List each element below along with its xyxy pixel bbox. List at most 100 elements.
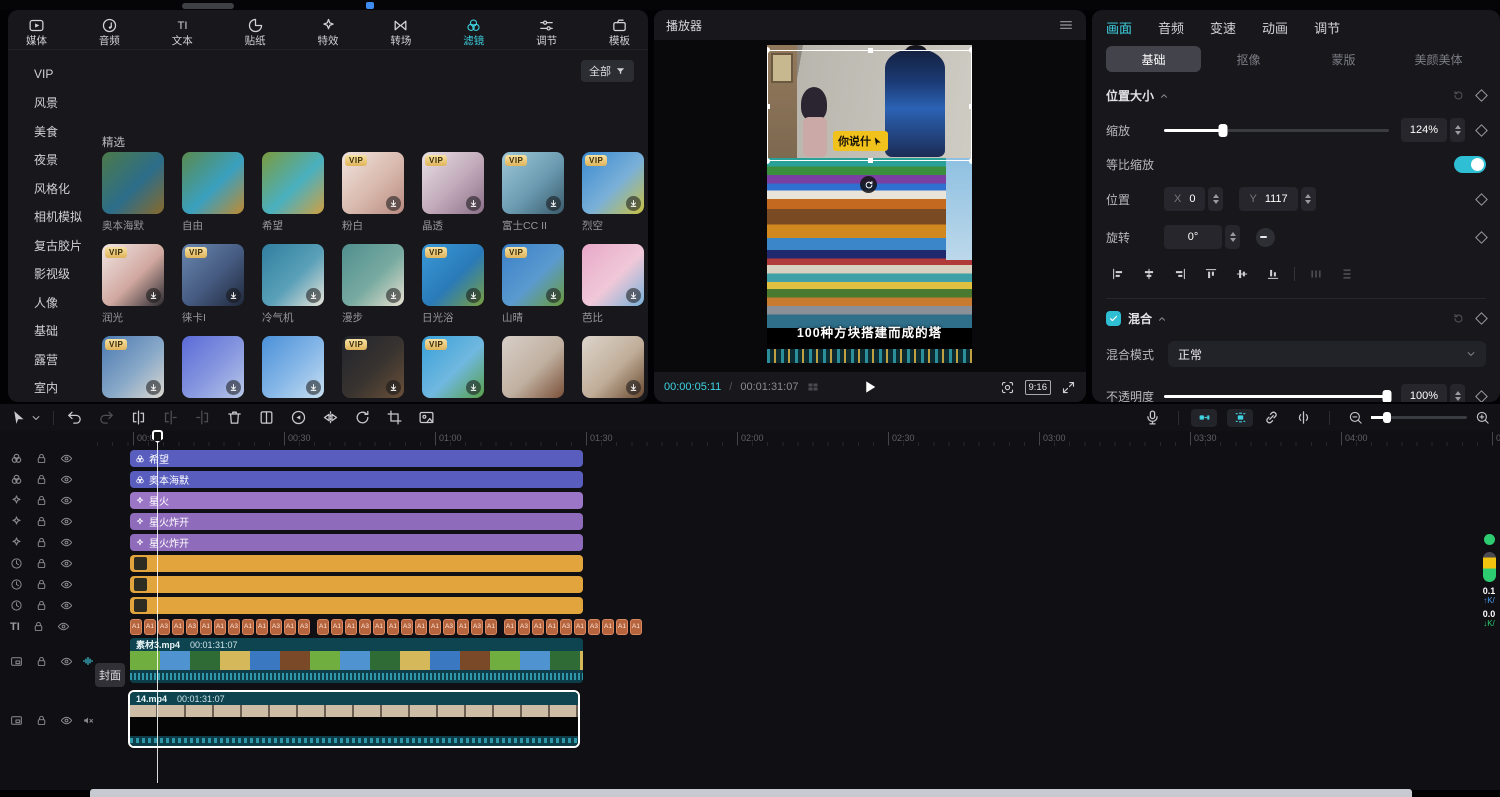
clip-sticker[interactable]	[130, 576, 583, 593]
blend-section-header[interactable]: 混合	[1106, 310, 1486, 327]
aspect-ratio-button[interactable]: 9:16	[1025, 380, 1052, 395]
play-button[interactable]	[861, 378, 879, 396]
align-center-v-button[interactable]	[1230, 264, 1254, 284]
rotation-dial[interactable]	[1256, 228, 1275, 247]
download-button[interactable]	[146, 380, 161, 395]
text-clip[interactable]: A1	[256, 619, 268, 635]
text-clip[interactable]: A1	[415, 619, 427, 635]
clip-星火炸开[interactable]: 星火炸开	[130, 534, 583, 551]
keyframe-icon[interactable]	[1475, 124, 1488, 137]
lock-icon[interactable]	[35, 494, 48, 507]
download-button[interactable]	[386, 196, 401, 211]
clip-星火[interactable]: 星火	[130, 492, 583, 509]
toolbar-item-特效[interactable]: 特效	[318, 17, 339, 47]
sidebar-item-基础[interactable]: 基础	[34, 317, 94, 346]
toolbar-item-模板[interactable]: 模板	[609, 17, 630, 47]
clip-奥本海默[interactable]: 奥本海默	[130, 471, 583, 488]
filter-card-奥本海默[interactable]: 奥本海默	[102, 152, 164, 233]
redo-button[interactable]	[98, 409, 115, 426]
lock-icon[interactable]	[35, 473, 48, 486]
lock-icon[interactable]	[35, 557, 48, 570]
selection-handle[interactable]	[969, 104, 972, 109]
text-clip[interactable]: A1	[130, 619, 142, 635]
toolbar-item-贴纸[interactable]: 贴纸	[245, 17, 266, 47]
position-size-section-header[interactable]: 位置大小	[1106, 87, 1486, 104]
sidebar-item-VIP[interactable]: VIP	[34, 60, 94, 89]
time-ruler[interactable]: 00:0000:3001:0001:3002:0002:3003:0003:30…	[90, 431, 1500, 448]
collapse-icon[interactable]	[1159, 91, 1169, 101]
clip-sticker[interactable]	[130, 555, 583, 572]
taskbar-strip[interactable]	[90, 789, 1412, 797]
preview-quality-icon[interactable]	[1000, 380, 1015, 395]
selection-handle[interactable]	[767, 104, 770, 109]
lock-icon[interactable]	[35, 536, 48, 549]
preview-axis-toggle[interactable]	[1295, 409, 1312, 426]
text-clip[interactable]: A1	[574, 619, 586, 635]
sidebar-item-风格化[interactable]: 风格化	[34, 174, 94, 203]
text-clip[interactable]: A3	[588, 619, 600, 635]
text-clip[interactable]: A1	[144, 619, 156, 635]
clip-星火炸开[interactable]: 星火炸开	[130, 513, 583, 530]
filter-card-粉白[interactable]: VIP粉白	[342, 152, 404, 233]
sidebar-item-风景[interactable]: 风景	[34, 89, 94, 118]
filter-card-希望[interactable]: 希望	[262, 152, 324, 233]
selection-handle[interactable]	[767, 47, 770, 53]
position-y-field[interactable]: Y 1117	[1239, 187, 1297, 211]
download-button[interactable]	[306, 380, 321, 395]
toolbar-item-调节[interactable]: 调节	[536, 17, 557, 47]
cover-button[interactable]: 封面	[95, 663, 125, 687]
filter-card-爱之城[interactable]: VIP爱之城	[342, 336, 404, 402]
filter-card-柠檬海[interactable]: 柠檬海	[182, 336, 244, 402]
sidebar-item-人像[interactable]: 人像	[34, 288, 94, 317]
undo-button[interactable]	[66, 409, 83, 426]
filter-card-晶透[interactable]: VIP晶透	[422, 152, 484, 233]
distribute-h-button[interactable]	[1304, 264, 1328, 284]
selection-handle[interactable]	[969, 47, 972, 53]
rotation-value[interactable]: 0°	[1164, 225, 1222, 249]
auto-snap-toggle[interactable]	[1227, 409, 1253, 427]
filter-card-去灰II[interactable]: VIP去灰II	[422, 336, 484, 402]
filter-card-山晴[interactable]: VIP山晴	[502, 244, 564, 325]
text-clip[interactable]: A1	[504, 619, 516, 635]
tab-音频[interactable]: 音频	[1158, 18, 1184, 37]
text-clip[interactable]: A1	[284, 619, 296, 635]
linkage-toggle[interactable]	[1263, 409, 1280, 426]
text-clip[interactable]: A3	[443, 619, 455, 635]
text-clip[interactable]: A1	[546, 619, 558, 635]
blend-checkbox[interactable]	[1106, 311, 1121, 326]
text-clip[interactable]: A1	[172, 619, 184, 635]
keyframe-icon[interactable]	[1475, 312, 1488, 325]
keyframe-icon[interactable]	[1475, 231, 1488, 244]
player-menu-icon[interactable]	[1058, 17, 1074, 33]
text-clip[interactable]: A1	[214, 619, 226, 635]
opacity-stepper[interactable]	[1450, 384, 1465, 402]
select-tool-dropdown-icon[interactable]	[31, 413, 41, 423]
lock-icon[interactable]	[35, 578, 48, 591]
text-clip[interactable]: A1	[345, 619, 357, 635]
scale-value[interactable]: 124%	[1401, 118, 1447, 142]
rotate-clip-button[interactable]	[354, 409, 371, 426]
select-tool-button[interactable]	[10, 409, 27, 426]
download-button[interactable]	[626, 380, 641, 395]
selection-handle[interactable]	[969, 158, 972, 164]
filter-card-润光[interactable]: VIP润光	[102, 244, 164, 325]
text-clip[interactable]: A1	[373, 619, 385, 635]
text-clip[interactable]: A1	[457, 619, 469, 635]
download-button[interactable]	[226, 380, 241, 395]
uniform-scale-toggle[interactable]	[1454, 156, 1486, 173]
download-button[interactable]	[466, 196, 481, 211]
filter-card-徕卡I[interactable]: VIP徕卡I	[182, 244, 244, 325]
position-x-field[interactable]: X 0	[1164, 187, 1205, 211]
sidebar-item-美食[interactable]: 美食	[34, 117, 94, 146]
eye-icon[interactable]	[60, 655, 73, 668]
lock-icon[interactable]	[35, 599, 48, 612]
filter-card-日光浴[interactable]: VIP日光浴	[422, 244, 484, 325]
split-button[interactable]	[130, 409, 147, 426]
filter-card-烈空[interactable]: VIP烈空	[582, 152, 644, 233]
text-clip[interactable]: A1	[485, 619, 497, 635]
sidebar-item-室内[interactable]: 室内	[34, 374, 94, 403]
eye-icon[interactable]	[60, 473, 73, 486]
clip-希望[interactable]: 希望	[130, 450, 583, 467]
text-clip[interactable]: A1	[317, 619, 329, 635]
video-clip-14.mp4-selected[interactable]: 14.mp400:01:31:07	[128, 690, 580, 748]
